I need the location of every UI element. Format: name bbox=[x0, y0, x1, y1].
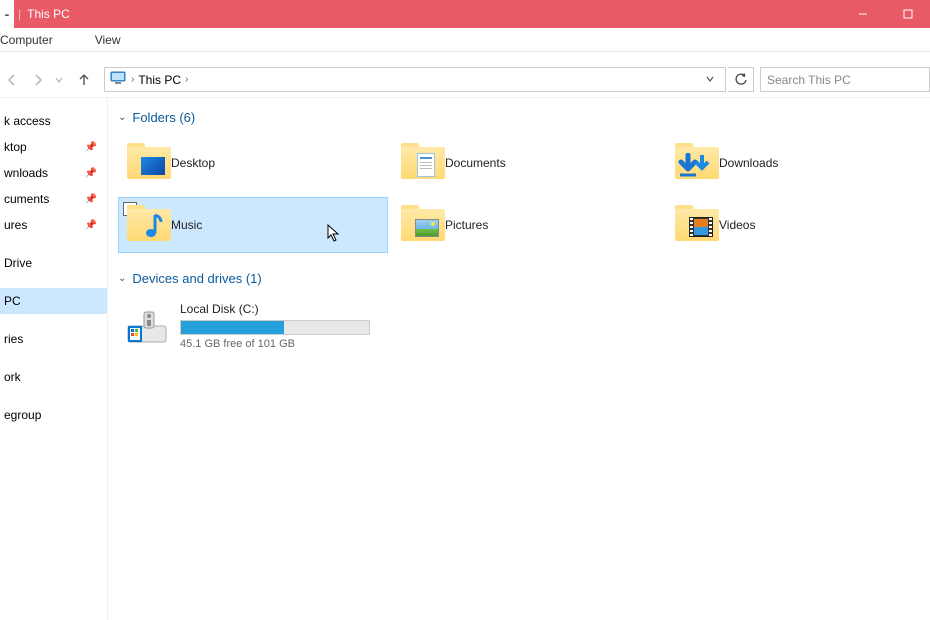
downloads-folder-icon bbox=[675, 143, 719, 183]
folder-documents[interactable]: Documents bbox=[392, 135, 662, 191]
sidebar-item-label: ktop bbox=[4, 140, 27, 154]
sidebar-item-pictures[interactable]: ures 📌 bbox=[0, 212, 107, 238]
sidebar-item-downloads[interactable]: wnloads 📌 bbox=[0, 160, 107, 186]
sidebar-item-documents[interactable]: cuments 📌 bbox=[0, 186, 107, 212]
section-title: Devices and drives (1) bbox=[132, 271, 261, 286]
address-bar[interactable]: › This PC › bbox=[104, 67, 726, 92]
drive-name: Local Disk (C:) bbox=[180, 302, 392, 316]
drive-usage-bar bbox=[180, 320, 370, 335]
system-menu-icon[interactable]: ‑ bbox=[0, 0, 14, 28]
sidebar-item-this-pc[interactable]: PC bbox=[0, 288, 107, 314]
pin-icon: 📌 bbox=[85, 142, 97, 153]
ribbon-tabs: Computer View bbox=[0, 28, 930, 52]
pictures-folder-icon bbox=[401, 205, 445, 245]
folder-videos[interactable]: Videos bbox=[666, 197, 930, 253]
minimize-button[interactable] bbox=[840, 0, 885, 28]
this-pc-icon bbox=[109, 69, 127, 90]
chevron-right-icon[interactable]: › bbox=[131, 74, 134, 85]
sidebar-item-quick-access[interactable]: k access bbox=[0, 108, 107, 134]
folder-label: Downloads bbox=[719, 156, 778, 170]
sidebar-item-label: ures bbox=[4, 218, 27, 232]
documents-folder-icon bbox=[401, 143, 445, 183]
sidebar-item-libraries[interactable]: ries bbox=[0, 326, 107, 352]
forward-button[interactable] bbox=[26, 68, 50, 92]
sidebar-item-onedrive[interactable]: Drive bbox=[0, 250, 107, 276]
drives-section-header[interactable]: ⌄ Devices and drives (1) bbox=[118, 271, 920, 286]
folder-label: Desktop bbox=[171, 156, 215, 170]
sidebar-item-homegroup[interactable]: egroup bbox=[0, 402, 107, 428]
back-button[interactable] bbox=[0, 68, 24, 92]
navigation-pane: k access ktop 📌 wnloads 📌 cuments 📌 ures… bbox=[0, 98, 108, 620]
breadcrumb-current[interactable]: This PC bbox=[138, 73, 181, 87]
divider-icon: | bbox=[18, 7, 21, 21]
sidebar-item-network[interactable]: ork bbox=[0, 364, 107, 390]
folder-label: Videos bbox=[719, 218, 755, 232]
address-dropdown-icon[interactable] bbox=[699, 73, 721, 87]
tab-computer[interactable]: Computer bbox=[0, 29, 67, 51]
chevron-down-icon: ⌄ bbox=[118, 273, 126, 284]
sidebar-item-label: wnloads bbox=[4, 166, 48, 180]
search-input[interactable]: Search This PC bbox=[760, 67, 930, 92]
videos-folder-icon bbox=[675, 205, 719, 245]
sidebar-item-label: PC bbox=[4, 294, 21, 308]
sidebar-item-label: ries bbox=[4, 332, 23, 346]
sidebar-item-desktop[interactable]: ktop 📌 bbox=[0, 134, 107, 160]
drive-free-text: 45.1 GB free of 101 GB bbox=[180, 338, 392, 350]
cursor-icon bbox=[327, 224, 341, 245]
maximize-button[interactable] bbox=[885, 0, 930, 28]
folder-downloads[interactable]: Downloads bbox=[666, 135, 930, 191]
sidebar-item-label: k access bbox=[4, 114, 51, 128]
recent-dropdown[interactable] bbox=[52, 68, 66, 92]
music-folder-icon bbox=[127, 205, 171, 245]
search-placeholder: Search This PC bbox=[767, 73, 851, 87]
folder-label: Music bbox=[171, 218, 202, 232]
sidebar-item-label: egroup bbox=[4, 408, 41, 422]
folder-music[interactable]: Music bbox=[118, 197, 388, 253]
window-title: This PC bbox=[27, 7, 70, 21]
folder-pictures[interactable]: Pictures bbox=[392, 197, 662, 253]
folder-label: Pictures bbox=[445, 218, 488, 232]
navigation-row: › This PC › Search This PC bbox=[0, 62, 930, 98]
sidebar-item-label: ork bbox=[4, 370, 21, 384]
pin-icon: 📌 bbox=[85, 194, 97, 205]
up-button[interactable] bbox=[72, 68, 96, 92]
tab-view[interactable]: View bbox=[95, 29, 135, 51]
pin-icon: 📌 bbox=[85, 220, 97, 231]
title-bar: ‑ | This PC bbox=[0, 0, 930, 28]
sidebar-item-label: Drive bbox=[4, 256, 32, 270]
chevron-right-icon[interactable]: › bbox=[185, 74, 188, 85]
folder-desktop[interactable]: Desktop bbox=[118, 135, 388, 191]
drive-icon bbox=[124, 302, 170, 348]
content-pane: ⌄ Folders (6) Desktop bbox=[108, 98, 930, 620]
refresh-button[interactable] bbox=[728, 67, 754, 92]
section-title: Folders (6) bbox=[132, 110, 195, 125]
folders-section-header[interactable]: ⌄ Folders (6) bbox=[118, 110, 920, 125]
drive-local-disk-c[interactable]: Local Disk (C:) 45.1 GB free of 101 GB bbox=[118, 296, 398, 356]
pin-icon: 📌 bbox=[85, 168, 97, 179]
folder-label: Documents bbox=[445, 156, 506, 170]
chevron-down-icon: ⌄ bbox=[118, 112, 126, 123]
desktop-folder-icon bbox=[127, 143, 171, 183]
sidebar-item-label: cuments bbox=[4, 192, 49, 206]
